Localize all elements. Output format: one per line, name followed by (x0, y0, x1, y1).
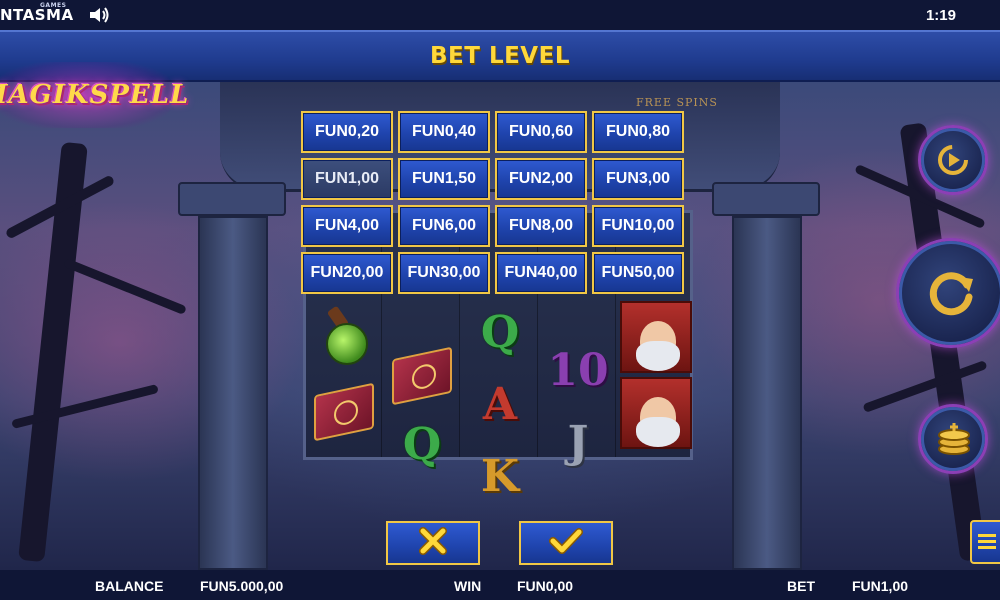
info-bar: BALANCE FUN5.000,00 WIN FUN0,00 BET FUN1… (0, 570, 1000, 600)
a-symbol: A (482, 379, 518, 430)
confirm-button[interactable] (519, 521, 613, 565)
bet-option-button[interactable]: FUN1,50 (398, 158, 490, 200)
page-title: BET LEVEL (430, 43, 570, 69)
tree-branch (63, 257, 187, 316)
bet-option-button[interactable]: FUN4,00 (301, 205, 393, 247)
status-bar: GAMES NTASMA 1:19 (0, 0, 1000, 30)
bet-coins-button[interactable] (918, 404, 988, 474)
pillar-right (732, 216, 802, 570)
q-symbol: Q (480, 307, 520, 358)
bet-option-button[interactable]: FUN10,00 (592, 205, 684, 247)
autoplay-button[interactable] (918, 125, 988, 195)
bet-level-grid: FUN0,20 FUN0,40 FUN0,60 FUN0,80 FUN1,00 FUN1,… (301, 111, 684, 294)
pillar-cap-right (712, 182, 820, 216)
cancel-button[interactable] (386, 521, 480, 565)
wizard-symbol (620, 301, 692, 373)
bet-label: BET (787, 578, 815, 594)
menu-button[interactable] (970, 520, 1000, 564)
bet-option-button[interactable]: FUN0,20 (301, 111, 393, 153)
pillar-cap-left (178, 182, 286, 216)
bet-option-button[interactable]: FUN0,60 (495, 111, 587, 153)
pillar-left (198, 216, 268, 570)
potion-symbol (326, 323, 368, 365)
win-value: FUN0,00 (517, 578, 574, 594)
bet-option-button[interactable]: FUN3,00 (592, 158, 684, 200)
bet-option-button[interactable]: FUN6,00 (398, 205, 490, 247)
close-icon (418, 526, 448, 561)
balance-label: BALANCE (95, 578, 164, 594)
bet-option-button[interactable]: FUN1,00 (301, 158, 393, 200)
free-spins-label: FREE SPINS (636, 96, 718, 109)
brand-subtitle: GAMES (40, 2, 67, 9)
bet-value: FUN1,00 (852, 578, 909, 594)
ten-symbol: 10 (547, 345, 609, 396)
speaker-icon[interactable] (88, 6, 110, 24)
brand-logo: GAMES NTASMA (0, 2, 74, 24)
coins-icon (934, 419, 974, 464)
clock: 1:19 (925, 6, 956, 24)
spin-icon (923, 265, 979, 326)
autoplay-icon (935, 142, 971, 183)
bet-option-button[interactable]: FUN20,00 (301, 252, 393, 294)
menu-icon (978, 533, 996, 556)
bet-option-button[interactable]: FUN30,00 (398, 252, 490, 294)
tree-branch (862, 360, 988, 413)
bet-option-button[interactable]: FUN40,00 (495, 252, 587, 294)
bet-option-button[interactable]: FUN50,00 (592, 252, 684, 294)
bet-option-button[interactable]: FUN0,80 (592, 111, 684, 153)
k-symbol: K (480, 451, 520, 502)
j-symbol: J (567, 417, 589, 468)
balance-value: FUN5.000,00 (200, 578, 284, 594)
game-logo: MAGIKSPELL (0, 62, 188, 128)
spellbook-symbol (392, 346, 452, 406)
bet-option-button[interactable]: FUN8,00 (495, 205, 587, 247)
spellbook-symbol (314, 382, 374, 442)
bet-option-button[interactable]: FUN0,40 (398, 111, 490, 153)
bet-option-button[interactable]: FUN2,00 (495, 158, 587, 200)
spin-button[interactable] (896, 238, 1000, 348)
game-logo-text: MAGIKSPELL (0, 80, 190, 110)
wizard-symbol (620, 377, 692, 449)
check-icon (549, 527, 583, 560)
q-symbol: Q (402, 419, 442, 470)
win-label: WIN (454, 578, 482, 594)
